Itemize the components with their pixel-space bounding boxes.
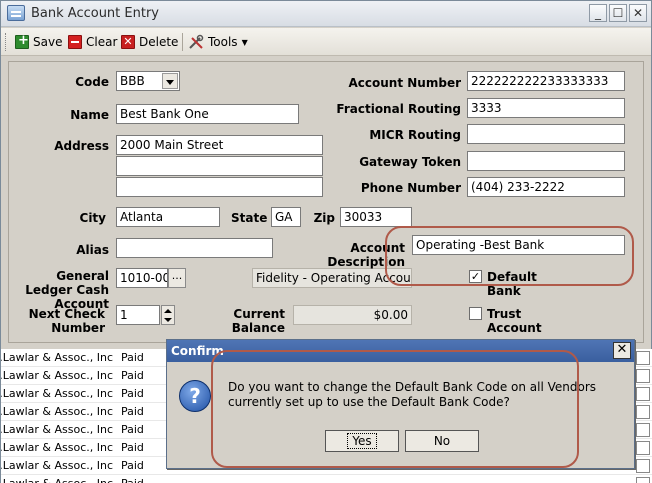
vendor-cell: Lawlar & Assoc., Inc. xyxy=(1,369,113,382)
address-line2-input[interactable] xyxy=(116,156,323,176)
address-line1-input[interactable]: 2000 Main Street xyxy=(116,135,323,155)
zip-input[interactable]: 30033 xyxy=(340,207,412,227)
toolbar-separator xyxy=(182,33,183,51)
micr-routing-label: MICR Routing xyxy=(369,128,461,142)
highlight-annotation xyxy=(211,350,579,468)
vendor-cell: Lawlar & Assoc., Inc. xyxy=(1,405,113,418)
save-button[interactable]: Save xyxy=(15,32,62,52)
row-checkbox[interactable] xyxy=(636,405,650,419)
gateway-token-input[interactable] xyxy=(467,151,625,171)
phone-number-input[interactable]: (404) 233-2222 xyxy=(467,177,625,197)
city-label: City xyxy=(79,211,106,225)
state-label: State xyxy=(231,211,268,225)
delete-label: Delete xyxy=(139,35,179,49)
close-window-button[interactable]: ✕ xyxy=(629,4,647,22)
row-checkbox[interactable] xyxy=(636,441,650,455)
chevron-down-icon: ▼ xyxy=(241,37,248,47)
address-line3-input[interactable] xyxy=(116,177,323,197)
app-icon xyxy=(7,5,25,21)
status-cell: Paid xyxy=(121,405,144,418)
name-label: Name xyxy=(70,108,109,122)
vendor-cell: Lawlar & Assoc., Inc. xyxy=(1,387,113,400)
gl-account-input[interactable]: 1010-000 xyxy=(116,268,168,288)
tools-label: Tools xyxy=(208,35,238,49)
next-check-number-label: Next Check Number xyxy=(28,307,105,335)
status-cell: Paid xyxy=(121,475,144,483)
zip-label: Zip xyxy=(313,211,335,225)
next-check-number-input[interactable]: 1 xyxy=(116,305,160,325)
state-input[interactable]: GA xyxy=(271,207,301,227)
row-checkbox[interactable] xyxy=(636,351,650,365)
trust-account-checkbox[interactable] xyxy=(469,307,482,320)
vendor-cell: Lawlar & Assoc., Inc. xyxy=(1,459,113,472)
code-label: Code xyxy=(75,75,109,89)
vendor-cell: Lawlar & Assoc., Inc. xyxy=(1,423,113,436)
status-cell: Paid xyxy=(121,351,144,364)
save-label: Save xyxy=(33,35,63,49)
gateway-token-label: Gateway Token xyxy=(359,155,461,169)
phone-number-label: Phone Number xyxy=(360,181,461,195)
window-title: Bank Account Entry xyxy=(31,6,159,21)
dialog-close-button[interactable]: ✕ xyxy=(613,342,631,359)
status-cell: Paid xyxy=(121,441,144,454)
address-label: Address xyxy=(54,139,109,153)
gl-lookup-button[interactable]: ... xyxy=(168,268,186,288)
row-checkbox[interactable] xyxy=(636,369,650,383)
delete-icon: ✕ xyxy=(121,35,135,49)
alias-label: Alias xyxy=(76,243,109,257)
tools-menu-button[interactable]: Tools ▼ xyxy=(188,32,248,52)
vendor-cell: Lawlar & Assoc., Inc. xyxy=(1,351,113,364)
name-input[interactable]: Best Bank One xyxy=(116,104,299,124)
account-number-label: Account Number xyxy=(348,76,462,90)
city-input[interactable]: Atlanta xyxy=(116,207,220,227)
status-cell: Paid xyxy=(121,387,144,400)
row-checkbox[interactable] xyxy=(636,423,650,437)
micr-routing-input[interactable] xyxy=(467,124,625,144)
vendor-cell: Lawlar & Assoc., Inc. xyxy=(1,441,113,454)
alias-input[interactable] xyxy=(116,238,273,258)
question-icon: ? xyxy=(179,380,211,412)
clear-button[interactable]: Clear xyxy=(68,32,117,52)
fractional-routing-input[interactable]: 3333 xyxy=(467,98,625,118)
fractional-routing-label: Fractional Routing xyxy=(336,102,461,116)
status-cell: Paid xyxy=(121,423,144,436)
confirm-dialog: Confirm ✕ ? Do you want to change the De… xyxy=(166,339,635,469)
table-row[interactable]: Lawlar & Assoc., Inc. Paid xyxy=(1,475,652,483)
clear-icon xyxy=(68,35,82,49)
chevron-down-icon[interactable] xyxy=(162,73,178,89)
bank-account-form: Code BBB Name Best Bank One Address 2000… xyxy=(8,61,644,343)
title-bar: Bank Account Entry _ ☐ ✕ xyxy=(1,1,651,27)
minimize-button[interactable]: _ xyxy=(589,4,607,22)
toolbar: Save Clear ✕ Delete Tools ▼ xyxy=(1,28,651,56)
row-checkbox[interactable] xyxy=(636,459,650,473)
save-icon xyxy=(15,33,29,49)
clear-label: Clear xyxy=(86,35,118,49)
current-balance-label: Current Balance xyxy=(231,307,285,335)
bank-account-entry-window: Bank Account Entry _ ☐ ✕ Save Clear ✕ De… xyxy=(0,0,652,483)
row-checkbox[interactable] xyxy=(636,477,650,483)
highlight-annotation xyxy=(385,226,634,286)
next-check-stepper[interactable] xyxy=(161,305,175,325)
current-balance-field: $0.00 xyxy=(293,305,412,325)
gl-cash-account-label: General Ledger Cash Account xyxy=(25,269,109,311)
maximize-button[interactable]: ☐ xyxy=(609,4,627,22)
code-dropdown[interactable]: BBB xyxy=(116,71,180,91)
tools-icon xyxy=(189,34,204,49)
toolbar-grip xyxy=(5,33,8,51)
account-number-input[interactable]: 222222222233333333 xyxy=(467,71,625,91)
delete-button[interactable]: ✕ Delete xyxy=(121,32,178,52)
trust-account-label: Trust Account xyxy=(487,307,542,335)
row-checkbox[interactable] xyxy=(636,387,650,401)
status-cell: Paid xyxy=(121,459,144,472)
code-value: BBB xyxy=(120,74,145,88)
vendor-cell: Lawlar & Assoc., Inc. xyxy=(1,475,113,483)
status-cell: Paid xyxy=(121,369,144,382)
